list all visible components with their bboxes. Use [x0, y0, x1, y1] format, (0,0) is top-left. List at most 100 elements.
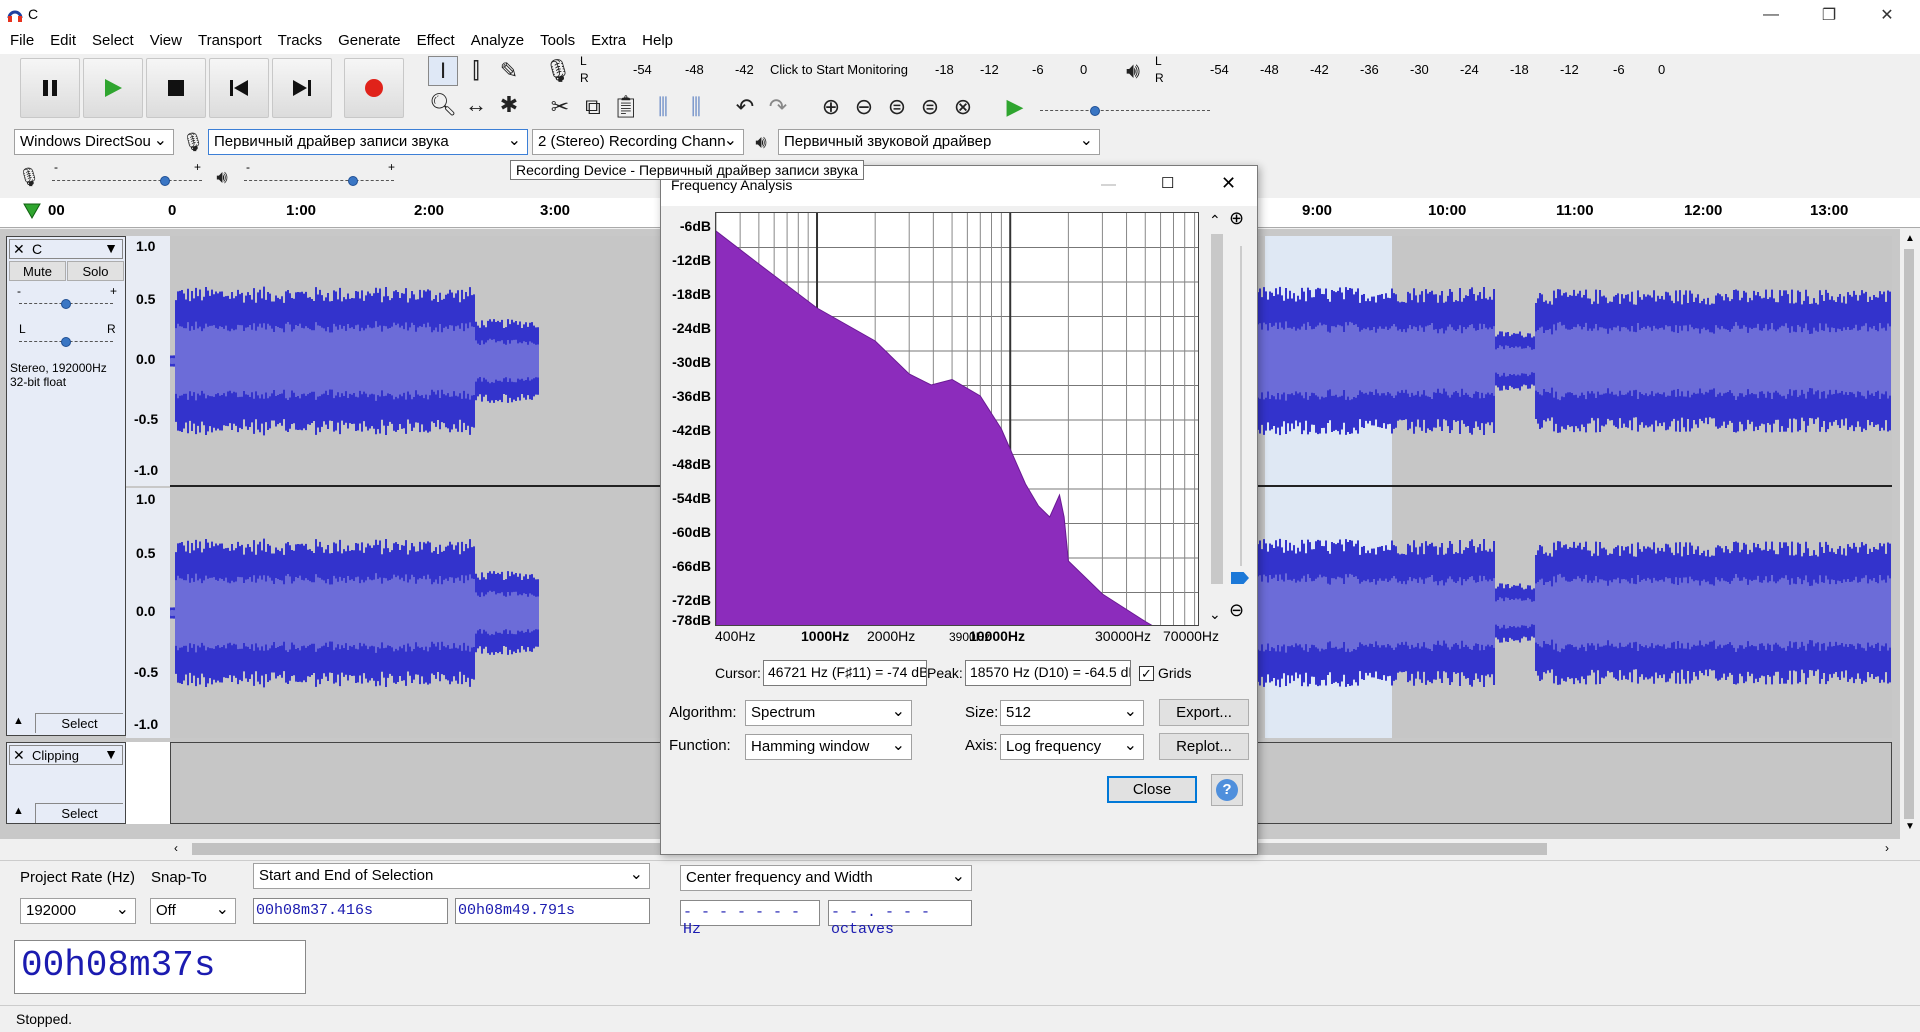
label-track-close-icon[interactable]: ✕	[13, 747, 25, 764]
scroll-down-icon[interactable]: ▼	[1905, 821, 1915, 832]
zoom-in-icon[interactable]: ⊕	[816, 92, 846, 122]
plot-zoom-thumb[interactable]	[1231, 572, 1249, 584]
timeshift-tool-icon[interactable]: ↔	[461, 90, 491, 120]
menu-transport[interactable]: Transport	[190, 30, 270, 51]
silence-icon[interactable]: ⫼	[681, 92, 711, 122]
scroll-right-icon[interactable]: ›	[1885, 841, 1889, 855]
play-button[interactable]	[83, 58, 143, 118]
track-close-icon[interactable]: ✕	[13, 241, 25, 258]
recording-channels-select[interactable]: 2 (Stereo) Recording Chann	[532, 129, 744, 155]
skip-start-button[interactable]	[209, 58, 269, 118]
plot-zoom-slider[interactable]	[1240, 246, 1242, 566]
pan-knob[interactable]	[61, 337, 71, 347]
record-button[interactable]	[344, 58, 404, 118]
recording-volume-knob[interactable]	[160, 176, 170, 186]
play-speed-knob[interactable]	[1090, 106, 1100, 116]
redo-icon[interactable]: ↷	[763, 92, 793, 122]
spectrum-plot[interactable]	[715, 212, 1199, 626]
menu-tracks[interactable]: Tracks	[270, 30, 330, 51]
track-menu-chevron-icon[interactable]: ▼	[104, 240, 118, 256]
record-meter-mic-icon[interactable]: 🎙︎	[543, 56, 573, 86]
minimize-button[interactable]: —	[1742, 0, 1800, 30]
track-header[interactable]: ✕ C ▼	[9, 239, 123, 259]
label-track-name[interactable]: Clipping	[32, 748, 79, 763]
replot-button[interactable]: Replot...	[1159, 733, 1249, 760]
fit-project-icon[interactable]: ⊜	[915, 92, 945, 122]
plot-scroll-up-icon[interactable]: ⌃	[1209, 212, 1221, 229]
close-button[interactable]: Close	[1107, 776, 1197, 803]
stop-button[interactable]	[146, 58, 206, 118]
zoom-toggle-icon[interactable]: ⊗	[948, 92, 978, 122]
zoom-out-plot-icon[interactable]: ⊖	[1229, 600, 1244, 621]
size-select[interactable]: 512	[1000, 700, 1144, 726]
snap-to-select[interactable]: Off	[150, 898, 236, 924]
dialog-close-icon[interactable]: ✕	[1221, 173, 1236, 194]
grids-checkbox[interactable]: ✓	[1139, 666, 1154, 681]
center-frequency-field[interactable]: - - - - - - - Hz	[680, 900, 820, 938]
plot-scroll-down-icon[interactable]: ⌄	[1209, 606, 1221, 623]
menu-extra[interactable]: Extra	[583, 30, 634, 51]
playback-meter-speaker-icon[interactable]: 🔊︎	[1118, 56, 1148, 86]
selection-tool-icon[interactable]: I	[428, 56, 458, 86]
copy-icon[interactable]: ⧉	[578, 92, 608, 122]
menu-generate[interactable]: Generate	[330, 30, 409, 51]
spectral-selection-mode-select[interactable]: Center frequency and Width	[680, 865, 972, 891]
pause-button[interactable]	[20, 58, 80, 118]
project-rate-select[interactable]: 192000	[20, 898, 136, 924]
recording-volume-slider[interactable]	[52, 180, 202, 181]
skip-end-button[interactable]	[272, 58, 332, 118]
menu-select[interactable]: Select	[84, 30, 142, 51]
draw-tool-icon[interactable]: ✎	[494, 56, 524, 86]
dialog-maximize-icon[interactable]: ☐	[1161, 174, 1174, 192]
play-speed-slider[interactable]	[1040, 110, 1210, 111]
playback-device-select[interactable]: Первичный звуковой драйвер	[778, 129, 1100, 155]
fit-selection-icon[interactable]: ⊜	[882, 92, 912, 122]
track-name[interactable]: C	[32, 241, 42, 257]
audio-host-select[interactable]: Windows DirectSou	[14, 129, 174, 155]
menu-help[interactable]: Help	[634, 30, 681, 51]
plot-scrollbar[interactable]: ⌃ ⌄	[1205, 212, 1229, 626]
collapse-label-track-icon[interactable]: ▲	[13, 805, 24, 817]
menu-tools[interactable]: Tools	[532, 30, 583, 51]
close-window-button[interactable]: ✕	[1858, 0, 1916, 30]
cut-icon[interactable]: ✂	[545, 92, 575, 122]
undo-icon[interactable]: ↶	[730, 92, 760, 122]
zoom-tool-icon[interactable]: 🔍︎	[428, 90, 458, 120]
menu-edit[interactable]: Edit	[42, 30, 84, 51]
mute-button[interactable]: Mute	[9, 261, 66, 281]
gain-knob[interactable]	[61, 299, 71, 309]
axis-select[interactable]: Log frequency	[1000, 734, 1144, 760]
plot-scroll-thumb[interactable]	[1211, 234, 1223, 584]
time-display[interactable]: 00h08m37s	[14, 940, 306, 994]
label-track-header[interactable]: ✕ Clipping ▼	[9, 745, 123, 765]
vertical-scroll-thumb[interactable]	[1904, 249, 1914, 819]
trim-icon[interactable]: ⫼	[648, 92, 678, 122]
bandwidth-field[interactable]: - - . - - - octaves	[828, 900, 972, 938]
function-select[interactable]: Hamming window	[745, 734, 912, 760]
menu-view[interactable]: View	[142, 30, 190, 51]
label-track-menu-chevron-icon[interactable]: ▼	[104, 746, 118, 762]
selection-end-time[interactable]: 00h08m49.791s	[455, 898, 650, 924]
vertical-scrollbar[interactable]: ▲ ▼	[1900, 229, 1920, 839]
recording-device-select[interactable]: Первичный драйвер записи звука	[208, 129, 528, 155]
collapse-track-icon[interactable]: ▲	[13, 715, 24, 727]
menu-effect[interactable]: Effect	[409, 30, 463, 51]
play-at-speed-icon[interactable]: ▶	[1000, 92, 1030, 122]
dialog-minimize-icon[interactable]: —	[1101, 176, 1116, 193]
zoom-in-plot-icon[interactable]: ⊕	[1229, 208, 1244, 229]
menu-file[interactable]: File	[0, 30, 42, 51]
algorithm-select[interactable]: Spectrum	[745, 700, 912, 726]
maximize-button[interactable]: ❐	[1800, 0, 1858, 30]
track-select-button[interactable]: Select	[35, 713, 123, 733]
multi-tool-icon[interactable]: ✱	[494, 90, 524, 120]
help-button[interactable]: ?	[1211, 774, 1243, 806]
play-head-icon[interactable]	[22, 202, 42, 220]
export-button[interactable]: Export...	[1159, 699, 1249, 726]
scroll-up-icon[interactable]: ▲	[1905, 233, 1915, 244]
selection-start-time[interactable]: 00h08m37.416s	[253, 898, 448, 924]
solo-button[interactable]: Solo	[67, 261, 124, 281]
paste-icon[interactable]: 📋︎	[611, 92, 641, 122]
envelope-tool-icon[interactable]: ⫿	[461, 56, 491, 86]
selection-mode-select[interactable]: Start and End of Selection	[253, 863, 650, 889]
zoom-out-icon[interactable]: ⊖	[849, 92, 879, 122]
